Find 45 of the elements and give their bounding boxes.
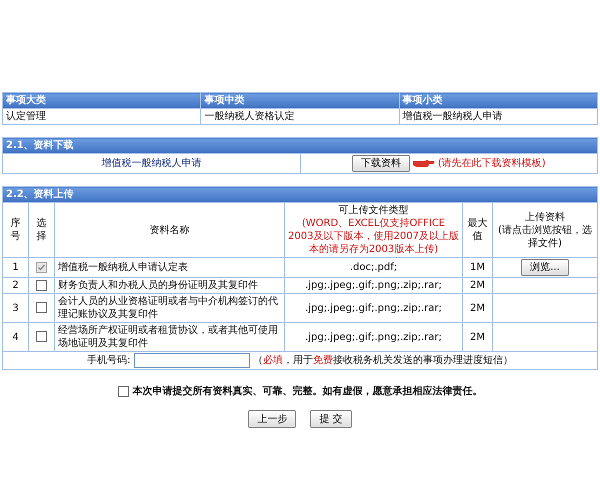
table-cell: 增值税一般纳税人申请 [399, 108, 598, 124]
column-header: 可上传文件类型 [338, 204, 410, 217]
table-cell: 1M [462, 258, 492, 278]
table-cell: 2M [462, 294, 492, 322]
table-cell: 财务负责人和办税人员的身份证明及其复印件 [54, 278, 284, 294]
table-cell: 会计人员的从业资格证明或者与中介机构签订的代理记账协议及其复印件 [54, 294, 284, 322]
table-cell: 2M [462, 322, 492, 352]
checkbox[interactable] [118, 386, 128, 396]
column-note: (WORD、EXCEL仅支持OFFICE 2003及以下版本，使用2007及以上版本的请另存为2003版本上传) [288, 217, 459, 256]
checkbox[interactable] [36, 331, 47, 342]
column-header: 事项大类 [2, 92, 201, 108]
column-header: 选择 [28, 202, 54, 258]
table-cell: 增值税一般纳税人申请认定表 [54, 258, 284, 278]
column-header: 事项小类 [399, 92, 598, 108]
table-cell: 4 [2, 322, 28, 352]
table-cell: 3 [2, 294, 28, 322]
phone-input-field[interactable] [134, 353, 250, 368]
checkbox[interactable] [36, 302, 47, 314]
table-cell: 增值税一般纳税人申请 [2, 154, 300, 174]
section-header: 2.2、资料上传 [2, 186, 598, 202]
table-cell: 2M [462, 278, 492, 294]
table-cell: .jpg;.jpeg;.gif;.png;.zip;.rar; [284, 294, 462, 322]
table-cell: 一般纳税人资格认定 [200, 108, 400, 124]
field-label: 手机号码: [87, 355, 130, 366]
previous-button[interactable]: 上一步 [248, 410, 296, 428]
submit-button[interactable]: 提 交 [310, 410, 352, 428]
download-button[interactable]: 下载资料 [352, 155, 410, 172]
column-header: 事项中类 [200, 92, 400, 108]
table-cell: 2 [2, 278, 28, 294]
declaration-text: 本次申请提交所有资料真实、可靠、完整。如有虚假，愿意承担相应法律责任。 [132, 384, 482, 398]
note-text: （必填，用于免费接收税务机关发送的事项办理进度短信） [252, 355, 513, 366]
table-cell: .jpg;.jpeg;.gif;.png;.zip;.rar; [284, 322, 462, 352]
column-header: 资料名称 [54, 202, 284, 258]
column-note: (请点击浏览按钮，选择文件) [497, 224, 593, 250]
table-cell: 经营场所产权证明或者租赁协议，或者其他可使用场地证明及其复印件 [54, 322, 284, 352]
table-cell: .jpg;.jpeg;.gif;.png;.zip;.rar; [284, 278, 462, 294]
table-cell: .doc;.pdf; [284, 258, 462, 278]
table-cell: 认定管理 [2, 108, 201, 124]
column-header: 上传资料 [524, 210, 566, 224]
section-header: 2.1、资料下载 [2, 138, 598, 154]
table-cell: 1 [2, 258, 28, 278]
hint-text: (请先在此下载资料模板) [438, 157, 546, 170]
checkbox[interactable] [36, 280, 47, 291]
column-header: 最大值 [462, 202, 492, 258]
column-header: 序号 [2, 202, 28, 258]
